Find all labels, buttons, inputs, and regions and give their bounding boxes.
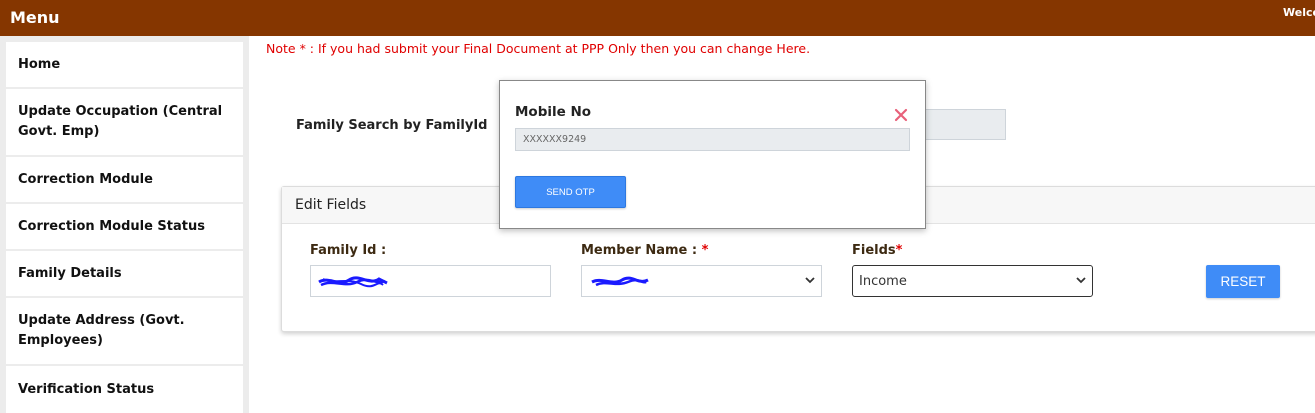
fields-select-value: Income [859,273,907,289]
mobile-no-value: XXXXXX9249 [523,134,587,145]
sidebar-item-correction-module-status[interactable]: Correction Module Status [6,204,243,249]
redaction-scribble-icon [591,276,649,287]
member-name-label-text: Member Name : [581,243,702,258]
close-icon[interactable] [893,107,909,123]
reset-button[interactable]: RESET [1206,265,1280,298]
sidebar-item-home[interactable]: Home [6,42,243,87]
family-search-input[interactable] [920,109,1006,140]
family-id-label-text: Family Id : [310,243,387,258]
top-bar: Menu Welcome [0,0,1315,36]
sidebar-item-label: Verification Status [18,381,155,397]
sidebar-item-update-occupation[interactable]: Update Occupation (Central Govt. Emp) [6,89,243,155]
sidebar-item-correction-module[interactable]: Correction Module [6,157,243,202]
sidebar-item-label: Update Address (Govt. Employees) [18,313,185,348]
family-id-field[interactable] [310,265,551,297]
fields-select[interactable]: Income [852,265,1093,297]
required-mark: * [895,243,903,258]
sidebar-item-label: Family Details [18,265,122,281]
required-mark: * [701,243,709,258]
menu-title: Menu [10,8,60,27]
redaction-scribble-icon [318,276,388,288]
otp-modal: Mobile No XXXXXX9249 SEND OTP [499,80,926,229]
send-otp-button[interactable]: SEND OTP [515,176,626,208]
member-name-select[interactable] [581,265,822,297]
sidebar-item-family-details[interactable]: Family Details [6,251,243,296]
sidebar-item-label: Correction Module Status [18,218,205,234]
fields-label: Fields* [852,243,902,258]
family-search-label: Family Search by FamilyId [296,118,488,133]
chevron-down-icon [805,277,815,284]
mobile-no-field[interactable]: XXXXXX9249 [515,128,910,151]
sidebar-item-label: Correction Module [18,171,153,187]
sidebar-item-verification-status[interactable]: Verification Status [6,366,243,413]
sidebar-item-label: Update Occupation (Central Govt. Emp) [18,104,223,139]
member-name-label: Member Name : * [581,243,708,258]
edit-fields-title: Edit Fields [295,197,367,213]
fields-label-text: Fields [852,243,896,258]
mobile-no-label: Mobile No [515,104,592,120]
chevron-down-icon [1076,277,1086,284]
welcome-text: Welcome [1283,6,1315,19]
sidebar-item-update-address[interactable]: Update Address (Govt. Employees) [6,298,243,364]
sidebar-item-label: Home [18,56,61,72]
sidebar: Home Update Occupation (Central Govt. Em… [0,36,249,413]
family-id-label: Family Id : [310,243,386,258]
note-text: Note * : If you had submit your Final Do… [266,41,811,56]
